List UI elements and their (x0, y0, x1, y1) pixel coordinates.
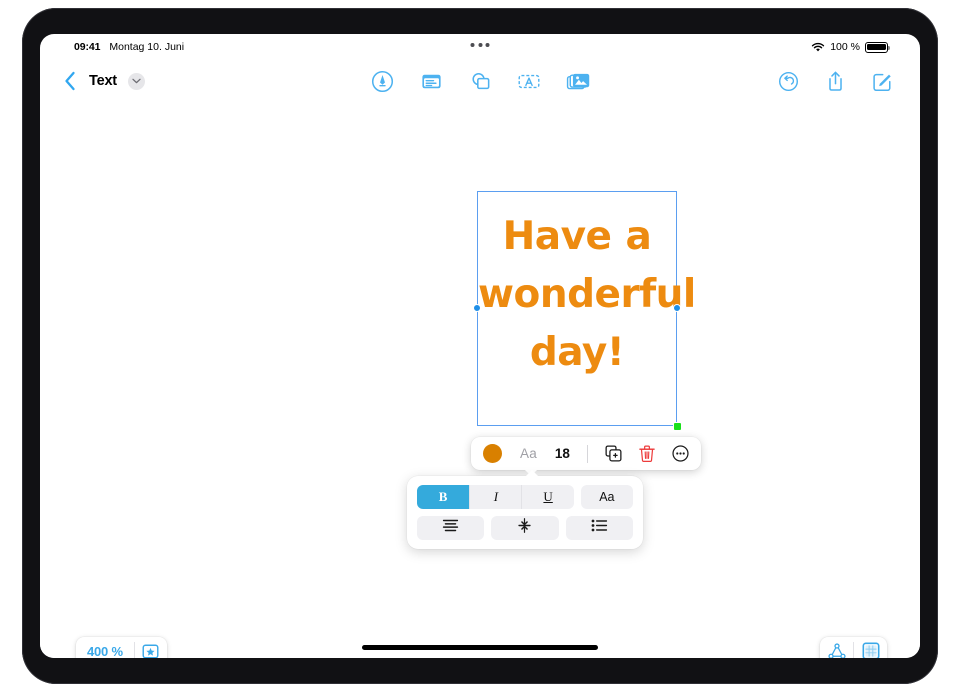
bullet-list-button[interactable] (565, 516, 633, 540)
chevron-left-icon[interactable] (62, 70, 78, 92)
text-box-content[interactable]: Have a wonderful day! (478, 208, 696, 382)
nav-bar-left: Text (62, 60, 145, 102)
text-style-row-2 (417, 516, 633, 540)
battery-percent-label: 100 % (830, 41, 860, 53)
document-canvas[interactable]: Have a wonderful day! Aa 18 B I U Aa 400… (40, 102, 920, 658)
text-format-toolbar: Aa 18 (471, 437, 701, 476)
screen: 09:41 Montag 10. Juni 100 % Text Have a … (40, 34, 920, 658)
text-color-swatch[interactable] (483, 444, 502, 463)
status-date: Montag 10. Juni (109, 41, 185, 53)
toolbar-divider (586, 444, 588, 463)
text-style-panel: B I U Aa (407, 470, 643, 549)
text-align-button[interactable] (417, 516, 485, 540)
italic-button[interactable]: I (469, 485, 522, 509)
view-controls (820, 637, 887, 658)
resize-handle-right[interactable] (673, 304, 681, 312)
trash-icon[interactable] (639, 445, 655, 462)
font-size-value[interactable]: 18 (555, 446, 570, 461)
share-icon[interactable] (821, 67, 849, 95)
more-ellipsis-icon[interactable] (672, 445, 689, 462)
duplicate-icon[interactable] (605, 445, 622, 462)
undo-icon[interactable] (774, 67, 802, 95)
selected-text-box[interactable]: Have a wonderful day! (477, 191, 696, 426)
font-picker-button[interactable]: Aa (520, 446, 537, 461)
note-tool-icon[interactable] (417, 67, 445, 95)
canvas-grid-icon[interactable] (854, 642, 887, 658)
page-title[interactable]: Text (89, 73, 117, 89)
line-spacing-icon (517, 518, 532, 538)
battery-full-icon (865, 41, 891, 53)
shapes-tool-icon[interactable] (466, 67, 494, 95)
node-map-icon[interactable] (820, 642, 853, 658)
navigation-bar: Text (40, 60, 920, 102)
status-bar-left: 09:41 Montag 10. Juni (74, 41, 184, 53)
nav-bar-right (774, 60, 896, 102)
media-tool-icon[interactable] (564, 67, 592, 95)
nav-bar-tools (368, 60, 592, 102)
panel-tail (525, 470, 539, 477)
line-spacing-button[interactable] (491, 516, 559, 540)
bullet-list-icon (591, 519, 608, 537)
pen-tool-icon[interactable] (368, 67, 396, 95)
home-indicator[interactable] (362, 645, 598, 650)
resize-handle-bottom-right[interactable] (673, 422, 682, 431)
text-style-row-1: B I U Aa (417, 485, 633, 509)
multitask-dots-icon[interactable] (470, 43, 490, 47)
status-bar-right: 100 % (811, 41, 891, 53)
bold-button[interactable]: B (417, 485, 470, 509)
underline-button[interactable]: U (521, 485, 574, 509)
zoom-level-value[interactable]: 400 % (76, 644, 134, 659)
zoom-control: 400 % (76, 637, 167, 658)
status-time: 09:41 (74, 41, 101, 53)
star-in-square-icon[interactable] (135, 643, 167, 659)
text-tool-icon[interactable] (515, 67, 543, 95)
text-align-icon (442, 519, 459, 537)
font-style-button[interactable]: Aa (580, 485, 633, 509)
compose-icon[interactable] (868, 67, 896, 95)
chevron-down-icon[interactable] (127, 72, 145, 90)
resize-handle-left[interactable] (473, 304, 481, 312)
wifi-icon (811, 42, 825, 53)
ipad-device-frame: 09:41 Montag 10. Juni 100 % Text Have a … (22, 8, 938, 684)
text-style-segment: B I U (417, 485, 574, 509)
status-bar: 09:41 Montag 10. Juni 100 % (40, 34, 920, 60)
